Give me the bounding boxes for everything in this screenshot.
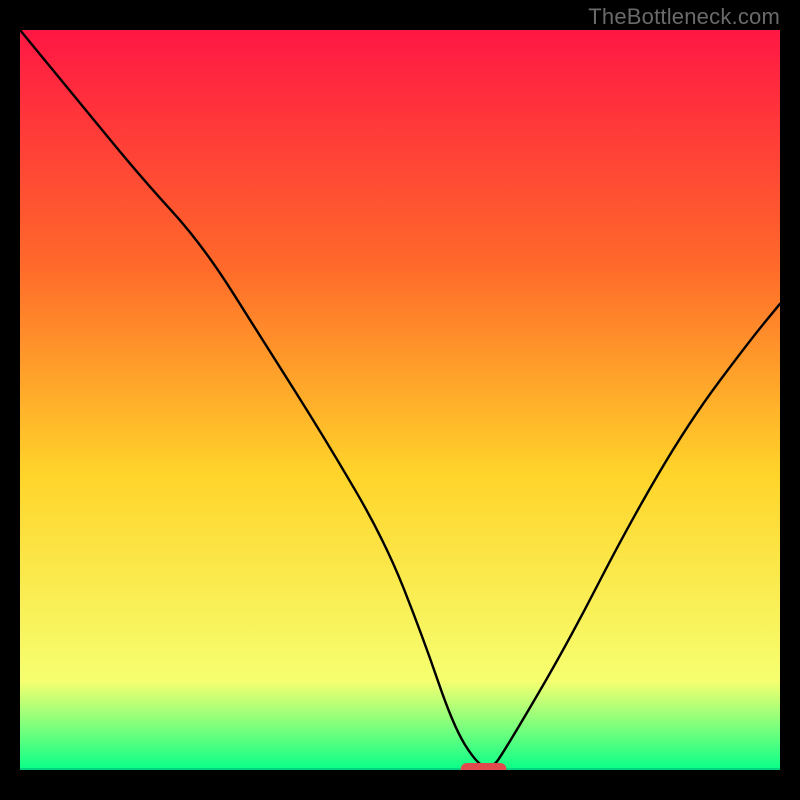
bottleneck-chart xyxy=(20,30,780,770)
watermark-text: TheBottleneck.com xyxy=(588,4,780,30)
chart-plot-area xyxy=(20,30,780,770)
optimal-marker xyxy=(461,763,507,770)
gradient-bg xyxy=(20,30,780,770)
